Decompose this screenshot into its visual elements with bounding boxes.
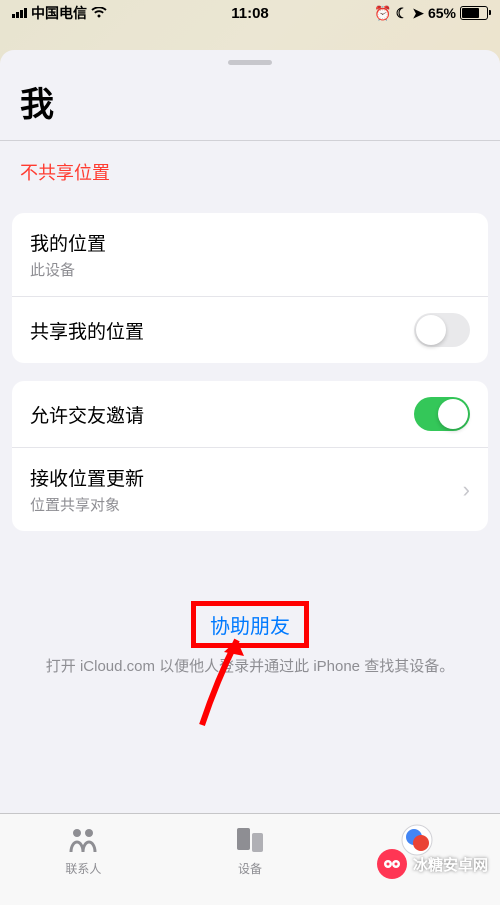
dnd-icon: ☾ — [396, 5, 409, 22]
tab-people-label: 联系人 — [65, 860, 101, 877]
help-description: 打开 iCloud.com 以便他人登录并通过此 iPhone 查找其设备。 — [0, 648, 500, 679]
allow-friend-requests-row: 允许交友邀请 — [12, 381, 488, 447]
share-my-location-toggle[interactable] — [414, 313, 470, 347]
allow-friend-requests-toggle[interactable] — [414, 397, 470, 431]
receive-location-updates-row[interactable]: 接收位置更新 位置共享对象 › — [12, 447, 488, 531]
receive-location-updates-label: 接收位置更新 — [30, 464, 144, 491]
receive-location-updates-sub: 位置共享对象 — [30, 494, 144, 515]
help-a-friend-link[interactable]: 协助朋友 — [210, 616, 290, 638]
help-block: 协助朋友 打开 iCloud.com 以便他人登录并通过此 iPhone 查找其… — [0, 601, 500, 679]
wifi-icon — [91, 7, 107, 19]
watermark-badge-icon — [377, 849, 407, 879]
friend-requests-card: 允许交友邀请 接收位置更新 位置共享对象 › — [12, 381, 488, 531]
status-bar: 中国电信 11:08 ⏰ ☾ ➤ 65% — [0, 0, 500, 26]
page-title: 我 — [0, 65, 500, 140]
carrier-label: 中国电信 — [31, 3, 87, 23]
alarm-icon: ⏰ — [374, 5, 391, 22]
watermark-text: 冰糖安卓网 — [413, 854, 488, 875]
location-card: 我的位置 此设备 共享我的位置 — [12, 213, 488, 363]
watermark: 冰糖安卓网 — [377, 849, 488, 879]
battery-icon — [460, 6, 488, 20]
location-icon: ➤ — [412, 5, 424, 22]
devices-icon — [235, 824, 265, 856]
tab-people[interactable]: 联系人 — [0, 814, 167, 905]
cellular-signal-icon — [12, 8, 27, 18]
share-my-location-row: 共享我的位置 — [12, 296, 488, 363]
me-sheet: 我 不共享位置 我的位置 此设备 共享我的位置 允许交友邀请 接收位置更新 位置… — [0, 50, 500, 905]
people-icon — [65, 824, 101, 856]
share-my-location-label: 共享我的位置 — [30, 317, 144, 344]
my-location-row[interactable]: 我的位置 此设备 — [12, 213, 488, 296]
my-location-label: 我的位置 — [30, 229, 106, 256]
battery-percentage: 65% — [428, 5, 456, 21]
allow-friend-requests-label: 允许交友邀请 — [30, 401, 144, 428]
annotation-box: 协助朋友 — [191, 601, 309, 648]
my-location-sub: 此设备 — [30, 259, 106, 280]
not-sharing-label: 不共享位置 — [0, 141, 500, 195]
tab-devices[interactable]: 设备 — [167, 814, 334, 905]
tab-devices-label: 设备 — [238, 860, 262, 877]
chevron-right-icon: › — [463, 477, 470, 503]
clock: 11:08 — [231, 5, 269, 22]
